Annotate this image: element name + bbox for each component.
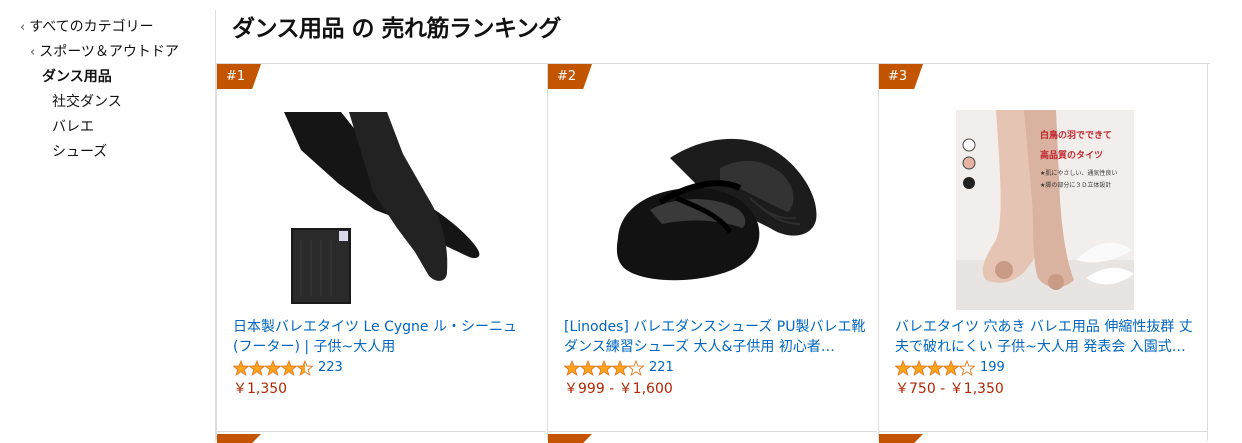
page-title: ダンス用品 の 売れ筋ランキング <box>232 16 561 42</box>
star-icon <box>894 359 912 377</box>
star-icon <box>563 359 581 377</box>
image-headline-1: 白鳥の羽でできて <box>1040 131 1113 141</box>
product-title-link[interactable]: バレエタイツ 穴あき バレエ用品 伸縮性抜群 丈夫で破れにくい 子供~大人用 発… <box>895 317 1201 357</box>
image-bullet-2: ★脚の部分に３Ｄ立体設計 <box>1040 182 1112 189</box>
rank-badge: #2 <box>548 64 592 89</box>
chevron-left-icon: ‹ <box>30 45 36 60</box>
product-title-link[interactable]: [Linodes] バレエダンスシューズ PU製バレエ靴 ダンス練習シューズ 大… <box>564 317 870 357</box>
product-card: #2 [Linodes] バレエダンスシューズ PU製バレエ靴 ダンス練習シュー… <box>547 64 877 432</box>
subcategory-link-shoes[interactable]: シューズ <box>52 141 107 161</box>
subcategory-link-ballroom[interactable]: 社交ダンス <box>52 91 122 111</box>
review-count[interactable]: 223 <box>318 360 343 375</box>
star-icon <box>910 359 928 377</box>
star-icon <box>248 359 266 377</box>
product-card: #1 日本製バレエタイツ Le Cygne ル・シーニュ (フーター) | 子供… <box>216 64 546 432</box>
ranking-grid: #1 日本製バレエタイツ Le Cygne ル・シーニュ (フーター) | 子供… <box>216 63 1210 442</box>
star-icon <box>595 359 613 377</box>
subcategory-link-ballet[interactable]: バレエ <box>52 116 94 136</box>
review-count[interactable]: 199 <box>980 360 1005 375</box>
star-icon <box>926 359 944 377</box>
star-rating[interactable]: 223 <box>232 359 343 379</box>
product-price: ￥1,350 <box>233 381 288 397</box>
rating-stars <box>232 359 314 379</box>
all-categories-link[interactable]: ‹ すべてのカテゴリー <box>20 16 154 36</box>
chevron-left-icon: ‹ <box>20 20 26 35</box>
next-row-card <box>216 432 546 443</box>
product-title-link[interactable]: 日本製バレエタイツ Le Cygne ル・シーニュ (フーター) | 子供~大人… <box>233 317 539 357</box>
product-image[interactable]: 白鳥の羽でできて 高品質のタイツ ★肌にやさしい、通気性良い ★脚の部分に３Ｄ立… <box>956 110 1134 310</box>
star-icon <box>264 359 282 377</box>
star-icon <box>296 359 314 377</box>
product-card: #3 白鳥の羽でできて 高品質のタイツ ★肌にやさしい、通気性良い ★脚の部分に… <box>878 64 1208 432</box>
star-icon <box>958 359 976 377</box>
current-category: ダンス用品 <box>42 69 112 85</box>
review-count[interactable]: 221 <box>649 360 674 375</box>
category-sidebar: ‹ すべてのカテゴリー ‹ スポーツ＆アウトドア ダンス用品 社交ダンス バレエ シ… <box>0 0 215 441</box>
product-image[interactable] <box>279 110 484 308</box>
rank-badge: #3 <box>879 64 923 89</box>
star-rating[interactable]: 199 <box>894 359 1005 379</box>
product-image[interactable] <box>610 128 820 288</box>
product-price: ￥999 - ￥1,600 <box>564 381 673 397</box>
star-rating[interactable]: 221 <box>563 359 674 379</box>
star-icon <box>611 359 629 377</box>
next-row-card <box>878 432 1208 443</box>
rank-badge: #1 <box>217 64 261 89</box>
all-categories-label: すべてのカテゴリー <box>29 19 154 35</box>
next-row-card <box>547 432 877 443</box>
star-icon <box>627 359 645 377</box>
parent-category-label: スポーツ＆アウトドア <box>39 44 179 60</box>
star-icon <box>280 359 298 377</box>
star-icon <box>232 359 250 377</box>
star-icon <box>942 359 960 377</box>
star-icon <box>579 359 597 377</box>
image-headline-2: 高品質のタイツ <box>1040 151 1104 161</box>
rating-stars <box>563 359 645 379</box>
rating-stars <box>894 359 976 379</box>
parent-category-link[interactable]: ‹ スポーツ＆アウトドア <box>30 41 179 61</box>
image-bullet-1: ★肌にやさしい、通気性良い <box>1040 170 1118 177</box>
product-price: ￥750 - ￥1,350 <box>895 381 1004 397</box>
